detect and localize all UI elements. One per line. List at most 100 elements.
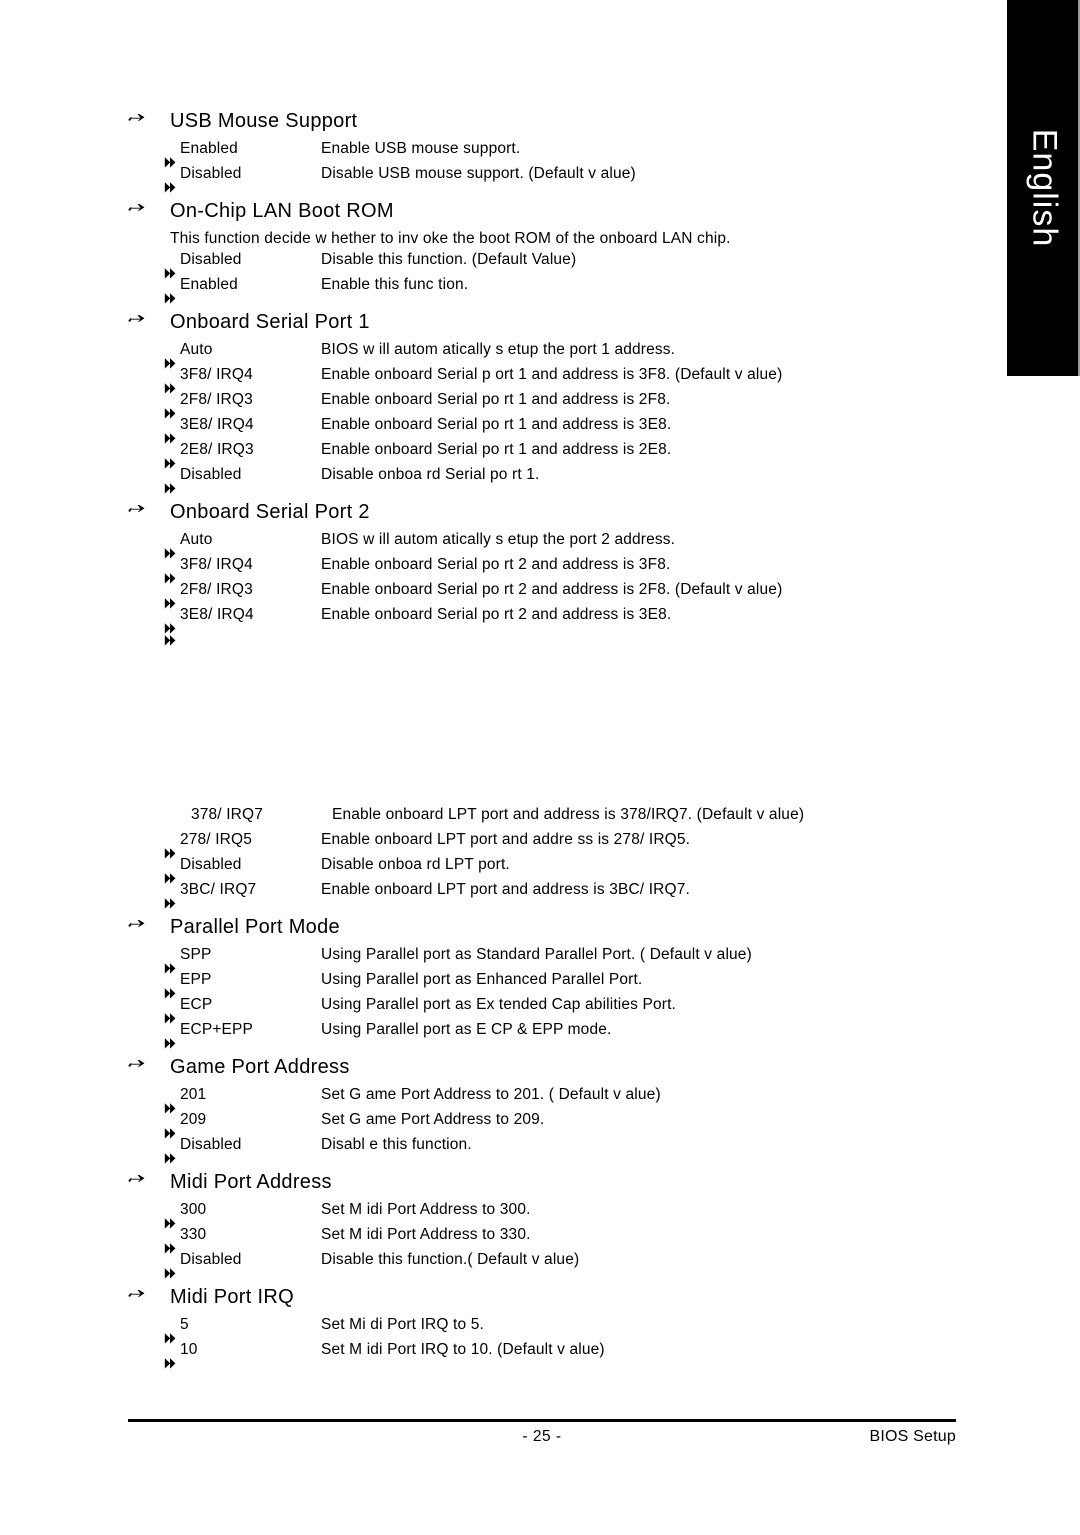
option-row <box>164 631 958 656</box>
option-description: Enable USB mouse support. <box>321 140 521 157</box>
option-description: Enable onboard LPT port and address is 3… <box>321 881 690 898</box>
option-value: Enabled <box>180 276 238 293</box>
option-value: Disabled <box>180 466 242 483</box>
option-value: Auto <box>180 341 213 358</box>
option-description: Disable this function.( Default v alue) <box>321 1251 580 1268</box>
option-row: Disabled Disabl e this function. <box>164 1136 958 1164</box>
option-row: Auto BIOS w ill autom atically s etup the… <box>164 531 958 559</box>
section-title: On-Chip LAN Boot ROM <box>170 200 394 222</box>
option-row: 378/ IRQ7 Enable onboard LPT port and add… <box>164 806 958 831</box>
option-value: Enabled <box>180 140 238 157</box>
section-title: Game Port Address <box>170 1056 350 1078</box>
option-row: 3F8/ IRQ4 Enable onboard Serial po rt 2 a… <box>164 556 958 584</box>
option-description: Enable onboard Serial po rt 2 and addres… <box>321 556 671 573</box>
option-value: 300 <box>180 1201 207 1218</box>
pointing-hand-icon <box>128 1163 170 1186</box>
option-description: Using Parallel port as Ex tended Cap abi… <box>321 996 677 1013</box>
option-description: Disable USB mouse support. (Default v al… <box>321 165 636 182</box>
footer-divider <box>128 1419 956 1422</box>
option-description: Set Mi di Port IRQ to 5. <box>321 1316 484 1333</box>
option-row: 209 Set G ame Port Address to 209. <box>164 1111 958 1139</box>
manual-page: USB Mouse Support Enabled Enable USB mouse… <box>0 0 1007 1535</box>
option-description: Using Parallel port as Standard Parallel… <box>321 946 752 963</box>
option-description: Enable onboard Serial po rt 1 and addres… <box>321 441 672 458</box>
section-description: This function decide w hether to inv oke… <box>170 230 731 247</box>
language-tab-label: English <box>1025 128 1063 248</box>
bios-setting-section: Onboard Serial Port 1 Auto BIOS w ill auto… <box>128 305 958 494</box>
pointing-hand-icon <box>128 102 170 125</box>
option-row: 2F8/ IRQ3 Enable onboard Serial po rt 1 a… <box>164 391 958 419</box>
option-description: BIOS w ill autom atically s etup the por… <box>321 531 676 548</box>
section-title: Midi Port Address <box>170 1171 332 1193</box>
pointing-hand-icon <box>128 1278 170 1301</box>
option-value: 278/ IRQ5 <box>180 831 253 848</box>
option-row: 5 Set Mi di Port IRQ to 5. <box>164 1316 958 1344</box>
section-heading: USB Mouse Support <box>128 104 958 138</box>
section-title: Onboard Serial Port 2 <box>170 501 370 523</box>
option-value: Auto <box>180 531 213 548</box>
page-number: - 25 - <box>522 1428 562 1445</box>
option-value: 2F8/ IRQ3 <box>180 581 253 598</box>
option-row: 300 Set M idi Port Address to 300. <box>164 1201 958 1229</box>
option-value: Disabled <box>180 856 242 873</box>
language-tab: English <box>1007 0 1080 376</box>
option-value: Disabled <box>180 165 242 182</box>
option-row: Disabled Disable onboa rd Serial po rt 1. <box>164 466 958 494</box>
option-description: BIOS w ill autom atically s etup the por… <box>321 341 676 358</box>
section-title: USB Mouse Support <box>170 110 358 132</box>
section-title: Onboard Serial Port 1 <box>170 311 370 333</box>
option-row: Disabled Disable this function.( Default … <box>164 1251 958 1279</box>
option-value: EPP <box>180 971 212 988</box>
option-description: Enable onboard Serial p ort 1 and addres… <box>321 366 783 383</box>
option-row: Disabled Disable this function. (Default … <box>164 251 958 279</box>
option-description: Set G ame Port Address to 201. ( Default… <box>321 1086 661 1103</box>
option-row: 10 Set M idi Port IRQ to 10. (Default v a… <box>164 1341 958 1369</box>
option-value: 3E8/ IRQ4 <box>180 606 254 623</box>
page-content: USB Mouse Support Enabled Enable USB mouse… <box>128 104 958 1370</box>
option-value: 378/ IRQ7 <box>191 806 264 823</box>
bios-setting-section: Midi Port IRQ 5 Set Mi di Port IRQ to 5. 10… <box>128 1280 958 1369</box>
option-description: Enable this func tion. <box>321 276 469 293</box>
option-row: 2E8/ IRQ3 Enable onboard Serial po rt 1 a… <box>164 441 958 469</box>
section-title: Midi Port IRQ <box>170 1286 294 1308</box>
option-value: 5 <box>180 1316 189 1333</box>
option-row: Disabled Disable USB mouse support. (Defa… <box>164 165 958 193</box>
pointing-hand-icon <box>128 908 170 931</box>
section-heading: Midi Port Address <box>128 1165 958 1199</box>
bios-setting-section: On-Chip LAN Boot ROM This function decide… <box>128 194 958 304</box>
pointing-hand-icon <box>128 493 170 516</box>
option-description: Disable onboa rd LPT port. <box>321 856 510 873</box>
option-value: Disabled <box>180 1251 242 1268</box>
option-value: 3F8/ IRQ4 <box>180 556 253 573</box>
section-heading: Game Port Address <box>128 1050 958 1084</box>
option-description: Set M idi Port Address to 330. <box>321 1226 531 1243</box>
section-heading: Onboard Serial Port 2 <box>128 495 958 529</box>
bios-setting-section: Midi Port Address 300 Set M idi Port Addre… <box>128 1165 958 1279</box>
option-description: Disable this function. (Default Value) <box>321 251 577 268</box>
option-row: Disabled Disable onboa rd LPT port. <box>164 856 958 884</box>
option-description: Set M idi Port IRQ to 10. (Default v alu… <box>321 1341 605 1358</box>
option-description: Disabl e this function. <box>321 1136 472 1153</box>
bios-setting-section: 378/ IRQ7 Enable onboard LPT port and add… <box>128 806 958 909</box>
option-description: Using Parallel port as E CP & EPP mode. <box>321 1021 612 1038</box>
bios-setting-section: Parallel Port Mode SPP Using Parallel port… <box>128 908 958 1049</box>
section-heading: Midi Port IRQ <box>128 1280 958 1314</box>
footer-row: - 25 - BIOS Setup <box>128 1428 956 1458</box>
option-row: Enabled Enable this func tion. <box>164 276 958 304</box>
option-value: 3BC/ IRQ7 <box>180 881 257 898</box>
option-row: 2F8/ IRQ3 Enable onboard Serial po rt 2 a… <box>164 581 958 609</box>
option-row: ECP Using Parallel port as Ex tended Cap … <box>164 996 958 1024</box>
option-row: Enabled Enable USB mouse support. <box>164 140 958 168</box>
option-value: SPP <box>180 946 212 963</box>
option-value: 209 <box>180 1111 207 1128</box>
bios-setting-section: Onboard Serial Port 2 Auto BIOS w ill auto… <box>128 495 958 656</box>
bios-setting-section: Game Port Address 201 Set G ame Port Addre… <box>128 1050 958 1164</box>
option-row: 3BC/ IRQ7 Enable onboard LPT port and add… <box>164 881 958 909</box>
option-row: 278/ IRQ5 Enable onboard LPT port and add… <box>164 831 958 859</box>
option-value: 330 <box>180 1226 207 1243</box>
option-row: 3E8/ IRQ4 Enable onboard Serial po rt 1 a… <box>164 416 958 444</box>
option-description: Enable onboard Serial po rt 1 and addres… <box>321 391 671 408</box>
option-description: Enable onboard LPT port and addre ss is … <box>321 831 691 848</box>
option-value: ECP+EPP <box>180 1021 253 1038</box>
section-heading: On-Chip LAN Boot ROM <box>128 194 958 228</box>
